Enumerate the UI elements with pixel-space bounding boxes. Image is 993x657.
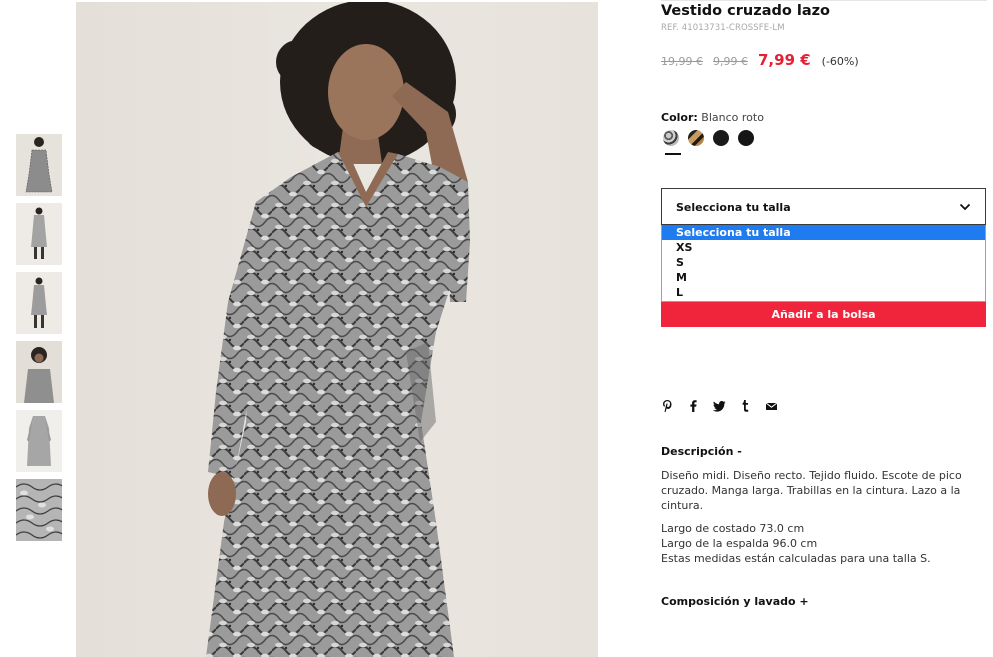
price-block: 19,99 € 9,99 € 7,99 € (-60%) (661, 51, 859, 69)
tumblr-icon[interactable] (739, 399, 752, 413)
color-label: Color: (661, 111, 698, 124)
color-label-row: Color: Blanco roto (661, 111, 764, 124)
twitter-icon[interactable] (713, 399, 726, 413)
measurement-line: Estas medidas están calculadas para una … (661, 552, 931, 565)
thumbnail-gallery (16, 134, 62, 548)
original-price: 19,99 € (661, 55, 703, 68)
chevron-down-icon (959, 203, 971, 211)
size-option-xs[interactable]: XS (662, 240, 985, 255)
description-heading[interactable]: Descripción - (661, 445, 742, 458)
color-value: Blanco roto (701, 111, 764, 124)
size-option-s[interactable]: S (662, 255, 985, 270)
current-price: 7,99 € (758, 51, 811, 69)
product-title: Vestido cruzado lazo (661, 3, 831, 19)
thumbnail-1[interactable] (16, 134, 62, 196)
discount-badge: (-60%) (821, 55, 859, 68)
pinterest-icon[interactable] (661, 399, 674, 413)
selected-swatch-indicator (665, 153, 681, 155)
measurements-block: Largo de costado 73.0 cm Largo de la esp… (661, 521, 971, 566)
email-icon[interactable] (765, 399, 778, 413)
thumbnail-5[interactable] (16, 410, 62, 472)
thumbnail-2[interactable] (16, 203, 62, 265)
description-text: Diseño midi. Diseño recto. Tejido fluido… (661, 469, 962, 512)
size-select[interactable]: Selecciona tu talla (661, 188, 986, 225)
size-option-l[interactable]: L (662, 285, 985, 300)
size-option-placeholder[interactable]: Selecciona tu talla (662, 225, 985, 240)
thumbnail-4[interactable] (16, 341, 62, 403)
previous-price: 9,99 € (713, 55, 748, 68)
thumbnail-3[interactable] (16, 272, 62, 334)
size-option-m[interactable]: M (662, 270, 985, 285)
size-dropdown-list: Selecciona tu talla XS S M L (661, 225, 986, 302)
swatch-snake-brown[interactable] (688, 130, 704, 146)
swatch-snake-grey[interactable] (663, 130, 679, 146)
product-reference: REF. 41013731-CROSSFE-LM (661, 23, 785, 33)
main-product-image[interactable] (76, 2, 598, 657)
measurement-line: Largo de la espalda 96.0 cm (661, 537, 818, 550)
size-select-value: Selecciona tu talla (676, 201, 791, 214)
composition-toggle[interactable]: Composición y lavado + (661, 595, 809, 608)
facebook-icon[interactable] (687, 399, 700, 413)
swatch-black[interactable] (713, 130, 729, 146)
product-info-panel: Vestido cruzado lazo REF. 41013731-CROSS… (661, 0, 987, 657)
thumbnail-6[interactable] (16, 479, 62, 541)
measurement-line: Largo de costado 73.0 cm (661, 522, 805, 535)
add-to-bag-button[interactable]: Añadir a la bolsa (661, 302, 986, 327)
share-icons (661, 399, 791, 413)
swatch-black-2[interactable] (738, 130, 754, 146)
color-swatches (663, 130, 763, 146)
